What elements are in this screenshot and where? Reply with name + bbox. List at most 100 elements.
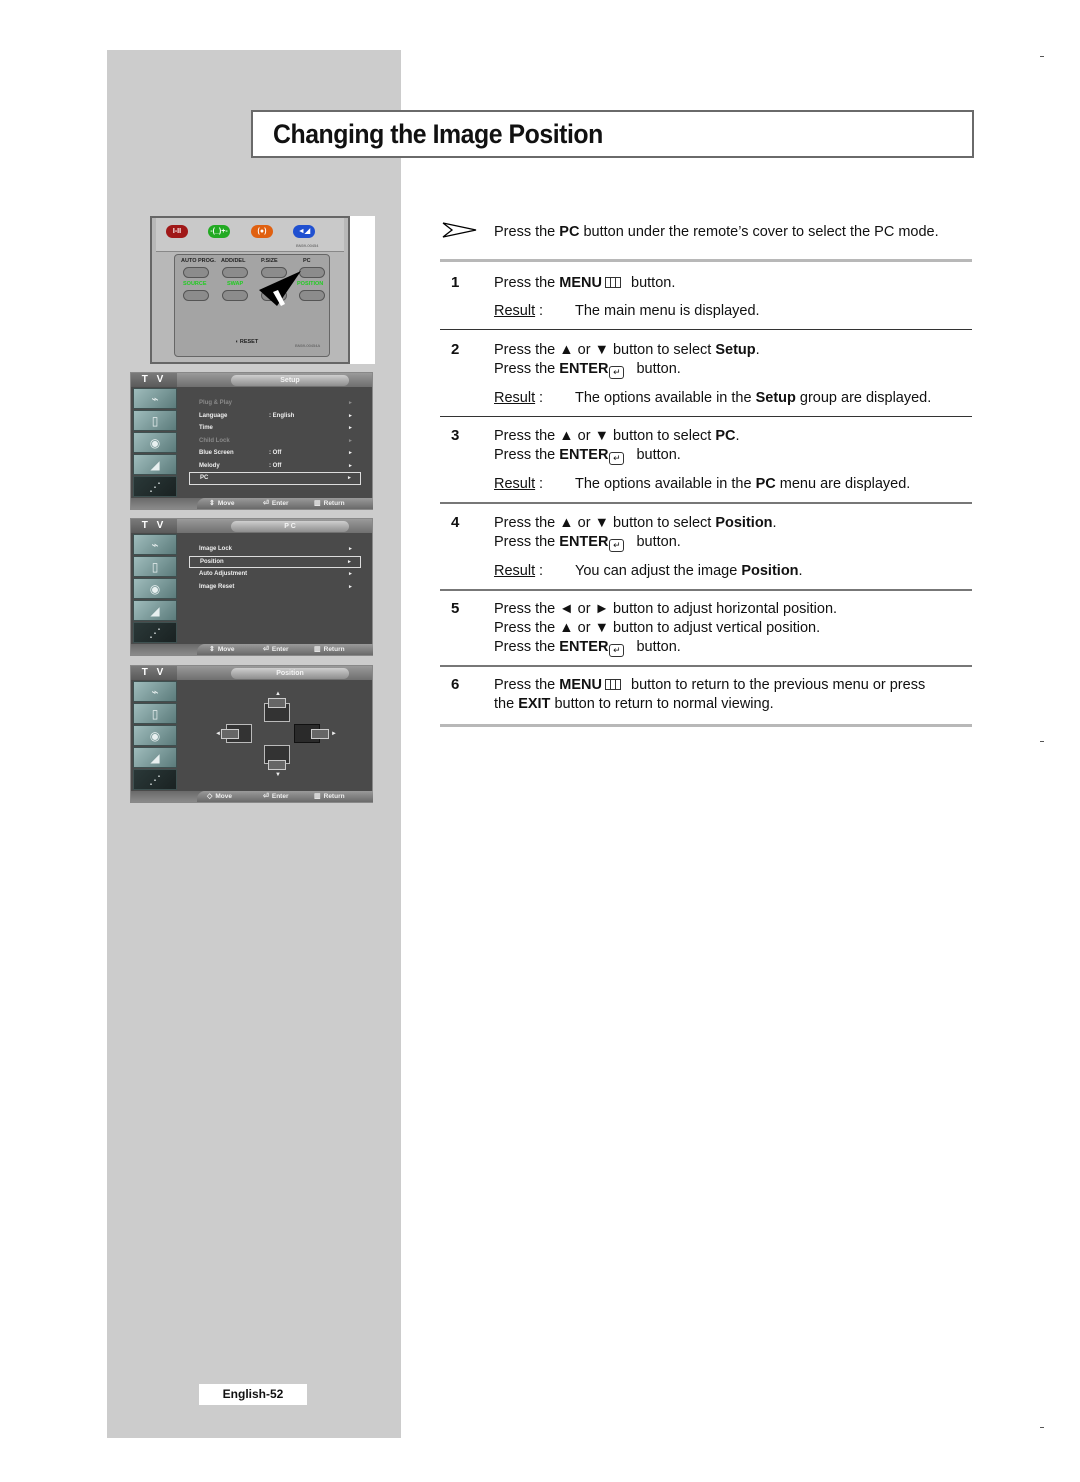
text: group are displayed. <box>795 390 932 406</box>
enter-label: ENTER <box>559 534 609 550</box>
updown-icon: ⇕ <box>209 500 215 507</box>
step-line: Press the ▲ or ▼ button to select Positi… <box>494 514 777 533</box>
footer-return-label: Return <box>323 793 345 800</box>
step-line: the EXIT button to return to normal view… <box>494 695 774 714</box>
remote-label: ADD/DEL <box>221 258 246 264</box>
step-line: Press the ▲ or ▼ button to select Setup. <box>494 341 760 360</box>
footer-return: ▥ Return <box>314 498 345 509</box>
step-line: Press the ▲ or ▼ button to select PC. <box>494 427 740 446</box>
tv-menu-tab: Position <box>231 668 349 679</box>
menu-icon <box>604 277 621 288</box>
divider <box>440 724 972 727</box>
bold-term: Setup <box>715 342 756 358</box>
menu-icon: ▥ <box>314 646 321 653</box>
result-label: Result <box>494 390 536 406</box>
tv-menu-item: Language: English ► <box>189 410 361 423</box>
remote-label: P.SIZE <box>261 258 278 264</box>
result-label: Result <box>494 563 536 579</box>
item-label: Image Lock <box>199 546 233 552</box>
bold-term: Position <box>741 563 799 579</box>
arrow-down-icon: ▼ <box>275 772 281 778</box>
arrow-right-icon: ► <box>348 400 353 406</box>
picture-icon: ▯ <box>133 703 177 724</box>
step-number: 2 <box>451 341 460 358</box>
text: button. <box>632 447 681 463</box>
remote-label: SWAP <box>227 281 244 287</box>
item-value: : Off <box>269 450 282 456</box>
remote-pmode-button: ◄◢ <box>293 225 315 238</box>
arrow-right-icon: ► <box>348 450 353 456</box>
step-line: Press the ▲ or ▼ button to adjust vertic… <box>494 620 821 636</box>
step-number: 5 <box>451 600 460 617</box>
arrow-right-icon: ► <box>347 475 352 481</box>
divider <box>440 665 972 667</box>
tv-menu-item: Time ► <box>189 422 361 435</box>
footer-move-label: Move <box>215 793 233 800</box>
remote-body: I-II -(_)+- (●) ◄◢ BN59-00454 AUTO PROG.… <box>150 216 350 364</box>
step-line: Press the MENU button. <box>494 274 675 293</box>
setup-icon: ⋰ <box>133 476 177 497</box>
tv-footer-bar: ⇕ Move ⏎ Enter ▥ Return <box>197 498 373 509</box>
result-text: The main menu is displayed. <box>575 303 760 319</box>
tv-menu-item: Blue Screen : Off ► <box>189 447 361 460</box>
footer-move: ⇕ Move <box>209 498 235 509</box>
remote-top-section: I-II -(_)+- (●) ◄◢ BN59-00454 <box>156 218 344 252</box>
position-down-inner <box>268 760 286 770</box>
remote-dual-button: I-II <box>166 225 188 238</box>
enter-icon: ⏎ <box>263 500 269 507</box>
step-number: 6 <box>451 676 460 693</box>
divider <box>440 329 972 330</box>
footer-move-label: Move <box>217 500 235 507</box>
intro-text: Press the PC button under the remote’s c… <box>494 224 939 240</box>
menu-label: MENU <box>559 275 602 291</box>
menu-label: MENU <box>559 677 602 693</box>
menu-icon: ▥ <box>314 500 321 507</box>
text: Press the <box>494 447 560 463</box>
item-label: Melody <box>199 462 220 469</box>
text: Press the ▲ or ▼ button to select <box>494 515 716 531</box>
setup-icon: ⋰ <box>133 769 177 790</box>
item-value: : English <box>269 412 295 419</box>
menu-icon: ▥ <box>314 793 321 800</box>
text: You can adjust the image <box>575 563 742 579</box>
bold-term: Setup <box>755 390 796 406</box>
tv-menu-item: Child Lock ► <box>189 435 361 448</box>
text: menu are displayed. <box>775 476 911 492</box>
sound-icon: ◉ <box>133 432 177 453</box>
result-colon: : <box>539 563 544 579</box>
footer-enter-label: Enter <box>271 646 289 653</box>
tv-menu-item: Image Lock ► <box>189 543 361 556</box>
remote-smode-button: -(_)+- <box>208 225 230 238</box>
enter-label: ENTER <box>559 639 609 655</box>
result-label: Result <box>494 476 536 492</box>
position-up-box: ▲ <box>264 691 290 722</box>
item-label: Auto Adjustment <box>199 571 248 577</box>
text: Press the <box>494 677 560 693</box>
footer-enter: ⏎ Enter <box>263 498 289 509</box>
tv-menu-tab: Setup <box>231 375 349 386</box>
tv-icon-column: ⌁ ▯ ◉ ◢ ⋰ <box>133 534 177 645</box>
result-colon: : <box>539 303 544 319</box>
arrow-right-icon: ► <box>348 425 353 431</box>
tv-screen-setup: T V Setup ⌁ ▯ ◉ ◢ ⋰ Plug & Play ► Languag… <box>130 372 373 510</box>
text: The options available in the <box>575 476 756 492</box>
remote-auto-prog-button <box>183 267 209 278</box>
input-icon: ⌁ <box>133 388 177 409</box>
channel-icon: ◢ <box>133 600 177 621</box>
footer-return-label: Return <box>323 646 345 653</box>
remote-cover-panel: AUTO PROG. ADD/DEL P.SIZE PC SOURCE SWAP… <box>174 254 330 357</box>
result-text: The options available in the Setup group… <box>575 390 931 406</box>
item-label: Blue Screen <box>199 450 234 456</box>
channel-icon: ◢ <box>133 747 177 768</box>
tv-icon-column: ⌁ ▯ ◉ ◢ ⋰ <box>133 681 177 792</box>
result-label: Result <box>494 303 536 319</box>
tv-menu-item-selected: PC ► <box>189 472 361 485</box>
footer-enter-label: Enter <box>271 500 289 507</box>
remote-label: AUTO PROG. <box>181 258 216 264</box>
picture-icon: ▯ <box>133 410 177 431</box>
footer-enter: ⏎ Enter <box>263 791 289 802</box>
note-arrow-icon <box>442 222 477 238</box>
step-line: Press the MENU button to return to the p… <box>494 676 925 695</box>
bold-term: Position <box>715 515 773 531</box>
step-number: 1 <box>451 274 460 291</box>
